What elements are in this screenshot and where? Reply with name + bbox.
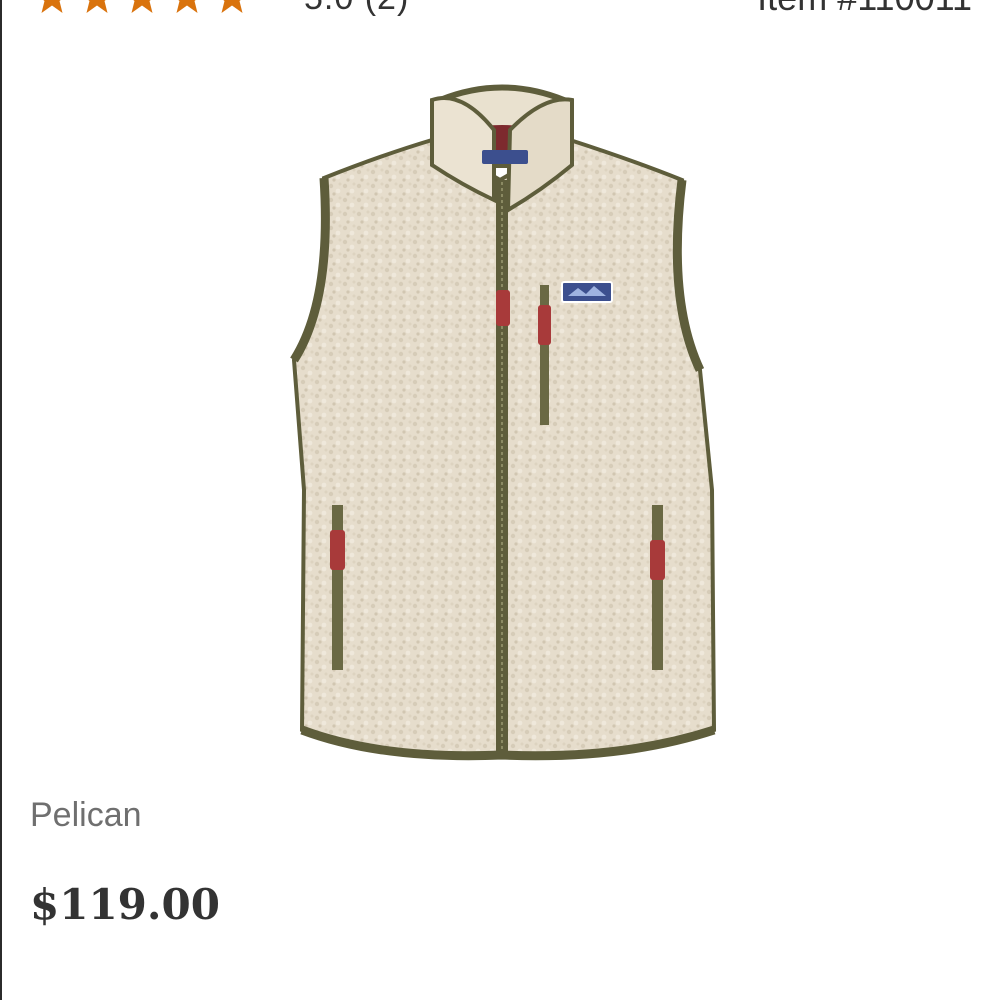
item-number: Item #110011 [757, 0, 972, 18]
star-icon [86, 0, 108, 13]
rating-summary-link[interactable]: 5.0 (2) [304, 0, 409, 18]
star-icon [176, 0, 198, 13]
star-rating [34, 0, 250, 16]
product-price: $119.00 [30, 880, 220, 929]
product-page: 5.0 (2) Item #110011 [0, 0, 1000, 1000]
star-icon [131, 0, 153, 13]
fleece-vest-image[interactable] [272, 70, 732, 770]
star-icon [221, 0, 243, 13]
star-icon [41, 0, 63, 13]
rating-row[interactable]: 5.0 (2) [34, 0, 409, 18]
color-variant-name: Pelican [30, 796, 142, 834]
